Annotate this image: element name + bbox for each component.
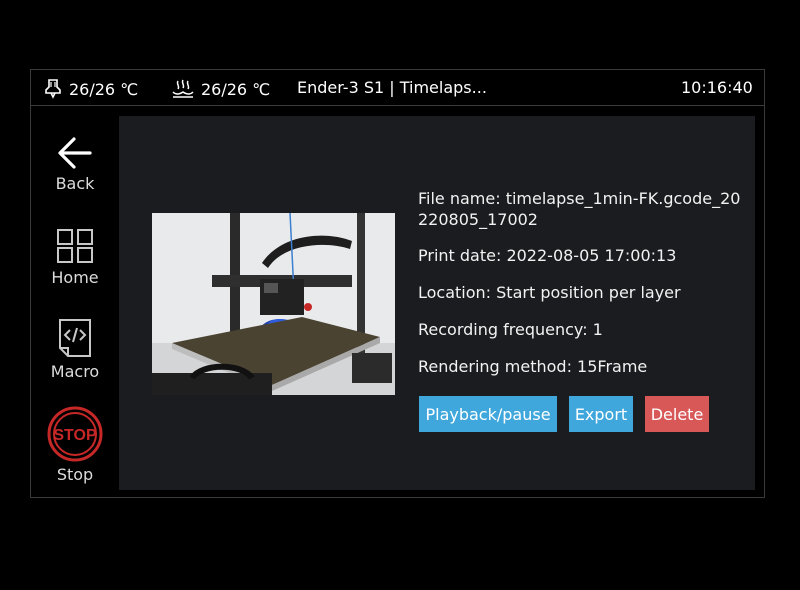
rendering-method-text: Rendering method: 15Frame: [418, 357, 648, 376]
arrow-left-icon: [58, 137, 92, 169]
sidebar-item-label: Home: [51, 268, 99, 287]
sidebar-item-home[interactable]: Home: [45, 228, 105, 287]
delete-button[interactable]: Delete: [645, 396, 709, 432]
clock: 10:16:40: [681, 78, 753, 97]
printer-screen: 26/26 ℃ 26/26 ℃ Ender-3 S1 | Timelaps...…: [30, 69, 765, 498]
sidebar-item-macro[interactable]: Macro: [45, 318, 105, 381]
code-file-icon: [59, 319, 91, 357]
sidebar-item-label: Back: [55, 174, 95, 193]
export-button[interactable]: Export: [569, 396, 633, 432]
timelapse-info: File name: timelapse_1min-FK.gcode_20220…: [418, 188, 748, 393]
nozzle-icon: [45, 79, 61, 99]
recording-frequency-text: Recording frequency: 1: [418, 320, 603, 339]
nozzle-temp-value: 26/26 ℃: [69, 79, 139, 99]
timelapse-detail-panel: File name: timelapse_1min-FK.gcode_20220…: [119, 116, 755, 490]
grid-icon: [57, 229, 93, 263]
location-text: Location: Start position per layer: [418, 283, 681, 302]
file-name-text: File name: timelapse_1min-FK.gcode_20220…: [418, 189, 741, 229]
sidebar-item-back[interactable]: Back: [45, 136, 105, 193]
stop-sign-icon: STOP: [47, 406, 103, 462]
nozzle-temp-status: 26/26 ℃: [43, 78, 138, 100]
sidebar-item-stop[interactable]: STOP Stop: [45, 405, 105, 484]
stop-icon-text: STOP: [53, 427, 97, 444]
printer-photo: [152, 213, 395, 395]
bed-temp-status: 26/26 ℃: [171, 78, 270, 100]
sidebar-item-label: Macro: [50, 362, 100, 381]
playback-pause-button[interactable]: Playback/pause: [419, 396, 557, 432]
heated-bed-icon: [172, 79, 194, 98]
print-date-text: Print date: 2022-08-05 17:00:13: [418, 246, 677, 265]
sidebar-item-label: Stop: [56, 465, 94, 484]
screen-title: Ender-3 S1 | Timelaps...: [297, 78, 487, 97]
bed-temp-value: 26/26 ℃: [201, 79, 271, 99]
timelapse-preview-image[interactable]: [152, 213, 395, 395]
status-bar: 26/26 ℃ 26/26 ℃ Ender-3 S1 | Timelaps...…: [31, 70, 764, 106]
